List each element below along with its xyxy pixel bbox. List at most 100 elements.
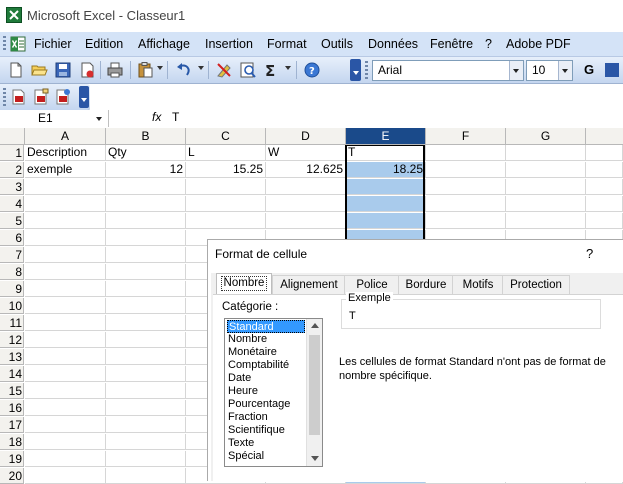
col-header-g[interactable]: G [506, 128, 586, 145]
cell-a15[interactable] [25, 383, 106, 399]
undo-icon[interactable] [175, 61, 193, 79]
row-header-19[interactable]: 19 [0, 451, 24, 467]
cell-b18[interactable] [106, 434, 186, 450]
category-scrollbar[interactable] [306, 319, 322, 466]
name-box-dropdown-icon[interactable] [96, 117, 102, 121]
print-icon[interactable] [106, 61, 124, 79]
cell-b11[interactable] [106, 315, 186, 331]
cell-b1[interactable]: Qty [106, 145, 186, 161]
undo-dropdown-icon[interactable] [198, 66, 204, 70]
menu-adobe-pdf[interactable]: Adobe PDF [506, 37, 571, 51]
row-header-6[interactable]: 6 [0, 230, 24, 246]
category-item[interactable]: Fraction [227, 411, 306, 424]
scroll-down-icon[interactable] [311, 456, 319, 461]
cell-b8[interactable] [106, 264, 186, 280]
toolbar-options-icon[interactable] [79, 86, 89, 108]
cell-a13[interactable] [25, 349, 106, 365]
cell-a9[interactable] [25, 281, 106, 297]
cell-b12[interactable] [106, 332, 186, 348]
menu-edition[interactable]: Edition [85, 37, 123, 51]
cell-a18[interactable] [25, 434, 106, 450]
cell-h3[interactable] [586, 179, 623, 195]
category-item[interactable]: Heure [227, 385, 306, 398]
cell-c4[interactable] [186, 196, 266, 212]
row-header-18[interactable]: 18 [0, 434, 24, 450]
cell-a16[interactable] [25, 400, 106, 416]
cell-c1[interactable]: L [186, 145, 266, 161]
category-list[interactable]: Standard Nombre Monétaire Comptabilité Date H… [224, 318, 323, 467]
cell-f1[interactable] [426, 145, 506, 161]
cell-g1[interactable] [506, 145, 586, 161]
menu-affichage[interactable]: Affichage [138, 37, 190, 51]
research-icon[interactable] [239, 61, 257, 79]
row-header-14[interactable]: 14 [0, 366, 24, 382]
cell-b7[interactable] [106, 247, 186, 263]
cell-a8[interactable] [25, 264, 106, 280]
col-header-h[interactable] [586, 128, 623, 145]
paste-dropdown-icon[interactable] [157, 66, 163, 70]
formula-input[interactable]: T [172, 110, 179, 124]
font-name-dropdown-icon[interactable] [509, 61, 523, 80]
menu-fichier[interactable]: Fichier [34, 37, 72, 51]
dialog-help-button[interactable]: ? [586, 246, 593, 261]
cell-d3[interactable] [266, 179, 346, 195]
name-box[interactable]: E1 [0, 110, 109, 127]
scroll-thumb[interactable] [309, 335, 320, 435]
bold-button[interactable]: G [584, 62, 594, 77]
cell-b6[interactable] [106, 230, 186, 246]
cell-b2[interactable]: 12 [106, 162, 186, 178]
cell-a3[interactable] [25, 179, 106, 195]
cell-b3[interactable] [106, 179, 186, 195]
convert-pdf-icon[interactable] [10, 88, 28, 106]
row-header-1[interactable]: 1 [0, 145, 24, 161]
cell-a1[interactable]: Description [25, 145, 106, 161]
category-item[interactable]: Monétaire [227, 346, 306, 359]
cell-b15[interactable] [106, 383, 186, 399]
category-item[interactable]: Scientifique [227, 424, 306, 437]
cell-a14[interactable] [25, 366, 106, 382]
col-header-c[interactable]: C [186, 128, 266, 145]
cell-c2[interactable]: 15.25 [186, 162, 266, 178]
tab-nombre[interactable]: Nombre [216, 273, 272, 295]
toolbar-options-icon[interactable] [350, 59, 361, 81]
cell-b17[interactable] [106, 417, 186, 433]
category-item[interactable]: Spécial [227, 450, 306, 463]
row-header-9[interactable]: 9 [0, 281, 24, 297]
new-icon[interactable] [7, 61, 25, 79]
font-size-select[interactable]: 10 [526, 60, 573, 81]
cell-a20[interactable] [25, 468, 106, 484]
cell-a4[interactable] [25, 196, 106, 212]
insert-function-icon[interactable]: fx [152, 110, 161, 124]
cell-a11[interactable] [25, 315, 106, 331]
menu-outils[interactable]: Outils [321, 37, 353, 51]
category-item[interactable]: Comptabilité [227, 359, 306, 372]
col-header-b[interactable]: B [106, 128, 186, 145]
cell-h5[interactable] [586, 213, 623, 229]
row-header-8[interactable]: 8 [0, 264, 24, 280]
clear-format-icon[interactable] [215, 61, 233, 79]
cell-g5[interactable] [506, 213, 586, 229]
cell-b9[interactable] [106, 281, 186, 297]
cell-a6[interactable] [25, 230, 106, 246]
convert-pdf-review-icon[interactable] [54, 88, 72, 106]
cell-h2[interactable] [586, 162, 623, 178]
row-header-4[interactable]: 4 [0, 196, 24, 212]
save-icon[interactable] [54, 61, 72, 79]
col-header-e[interactable]: E [346, 128, 426, 145]
menubar-grip[interactable] [3, 36, 6, 52]
tab-bordure[interactable]: Bordure [398, 275, 454, 294]
row-header-17[interactable]: 17 [0, 417, 24, 433]
menu-fenetre[interactable]: Fenêtre [430, 37, 473, 51]
cell-g3[interactable] [506, 179, 586, 195]
category-item[interactable]: Date [227, 372, 306, 385]
tab-alignement[interactable]: Alignement [272, 275, 346, 294]
cell-b16[interactable] [106, 400, 186, 416]
col-header-f[interactable]: F [426, 128, 506, 145]
italic-icon[interactable] [604, 61, 622, 79]
cell-b4[interactable] [106, 196, 186, 212]
row-header-10[interactable]: 10 [0, 298, 24, 314]
paste-icon[interactable] [136, 61, 154, 79]
convert-pdf-attach-icon[interactable] [32, 88, 50, 106]
cell-f5[interactable] [426, 213, 506, 229]
cell-f2[interactable] [426, 162, 506, 178]
